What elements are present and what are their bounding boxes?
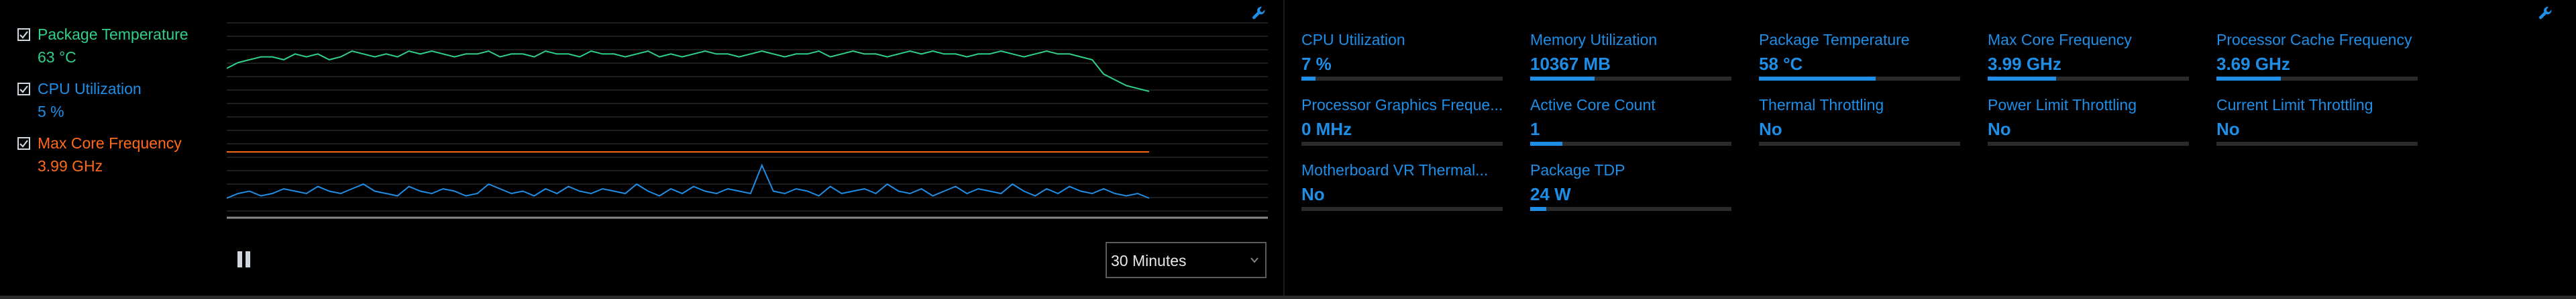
check-icon <box>19 140 28 148</box>
metric-tile: Memory Utilization 10367 MB <box>1530 31 1731 85</box>
metric-bar-track <box>1301 77 1503 81</box>
monitor-window: Package Temperature 63 °C CPU Utilizatio… <box>0 0 2576 299</box>
metric-bar-fill <box>1530 207 1546 211</box>
metric-bar-track <box>1530 77 1731 81</box>
check-icon <box>19 85 28 93</box>
wrench-icon[interactable] <box>1250 4 1269 23</box>
metric-tile: Package Temperature 58 °C <box>1759 31 1960 85</box>
metric-tile: Current Limit Throttling No <box>2216 96 2418 150</box>
metric-tile: Package TDP 24 W <box>1530 161 1731 215</box>
duration-select-value: 30 Minutes <box>1111 252 1187 269</box>
metric-label: CPU Utilization <box>1301 31 1405 48</box>
metric-value: 1 <box>1530 119 1540 139</box>
pause-icon-bar <box>246 251 250 267</box>
chart-grid <box>227 22 1268 212</box>
metric-bar-track <box>2216 142 2418 146</box>
bottom-border <box>0 296 2576 299</box>
metric-tile: Thermal Throttling No <box>1759 96 1960 150</box>
metric-value: 24 W <box>1530 184 1571 204</box>
legend-value: 5 % <box>38 103 64 120</box>
metric-label: Processor Graphics Freque... <box>1301 96 1503 114</box>
legend-checkbox-max-core-frequency[interactable] <box>17 137 30 150</box>
metric-bar-track <box>1301 142 1503 146</box>
metric-label: Package TDP <box>1530 161 1625 179</box>
metric-bar-fill <box>1530 142 1562 146</box>
duration-select[interactable]: 30 Minutes <box>1106 242 1267 278</box>
metric-bar-fill <box>1530 77 1595 81</box>
metric-bar-fill <box>2216 77 2281 81</box>
pause-icon <box>237 251 242 267</box>
metric-label: Current Limit Throttling <box>2216 96 2373 114</box>
metric-value: No <box>2216 119 2240 139</box>
metric-bar-track <box>1988 77 2189 81</box>
legend-checkbox-cpu-utilization[interactable] <box>17 83 30 95</box>
metric-label: Max Core Frequency <box>1988 31 2132 48</box>
metric-bar-track <box>1530 142 1731 146</box>
metric-label: Power Limit Throttling <box>1988 96 2137 114</box>
metric-value: 0 MHz <box>1301 119 1352 139</box>
legend-label: Max Core Frequency <box>38 134 182 152</box>
legend-label: Package Temperature <box>38 26 189 43</box>
metric-label: Active Core Count <box>1530 96 1656 114</box>
metric-bar-track <box>2216 77 2418 81</box>
metric-value: No <box>1988 119 2011 139</box>
metric-label: Package Temperature <box>1759 31 1910 48</box>
metric-bar-fill <box>1988 77 2056 81</box>
metric-label: Motherboard VR Thermal... <box>1301 161 1489 179</box>
graph-panel: Package Temperature 63 °C CPU Utilizatio… <box>0 0 1281 299</box>
metric-tile: Motherboard VR Thermal... No <box>1301 161 1503 215</box>
wrench-icon[interactable] <box>2537 4 2556 23</box>
metric-bar-track <box>1988 142 2189 146</box>
chevron-down-icon <box>1250 257 1258 263</box>
metric-bar-track <box>1759 142 1960 146</box>
panel-divider <box>1283 0 1285 299</box>
check-icon <box>19 31 28 39</box>
metric-value: 3.99 GHz <box>1988 54 2061 74</box>
legend-value: 63 °C <box>38 48 76 66</box>
metric-tile: Power Limit Throttling No <box>1988 96 2189 150</box>
legend-checkbox-package-temperature[interactable] <box>17 28 30 41</box>
metric-tile: Active Core Count 1 <box>1530 96 1731 150</box>
metric-bar-fill <box>1301 77 1316 81</box>
metric-value: 10367 MB <box>1530 54 1611 74</box>
metric-tile: CPU Utilization 7 % <box>1301 31 1503 85</box>
legend-value: 3.99 GHz <box>38 157 103 175</box>
metric-value: 3.69 GHz <box>2216 54 2290 74</box>
pause-button[interactable] <box>236 250 254 269</box>
legend-label: CPU Utilization <box>38 80 142 97</box>
metric-value: 7 % <box>1301 54 1332 74</box>
metric-bar-track <box>1301 207 1503 211</box>
metric-label: Memory Utilization <box>1530 31 1658 48</box>
metrics-line-chart <box>227 22 1268 219</box>
metric-label: Processor Cache Frequency <box>2216 31 2412 48</box>
metric-bar-fill <box>1759 77 1876 81</box>
metric-tile: Processor Graphics Freque... 0 MHz <box>1301 96 1503 150</box>
series-line-package-temperature <box>227 50 1150 92</box>
metric-bar-track <box>1759 77 1960 81</box>
metric-value: 58 °C <box>1759 54 1803 74</box>
metric-value: No <box>1301 184 1325 204</box>
metric-tile: Max Core Frequency 3.99 GHz <box>1988 31 2189 85</box>
metric-tile: Processor Cache Frequency 3.69 GHz <box>2216 31 2418 85</box>
metric-value: No <box>1759 119 1782 139</box>
metric-label: Thermal Throttling <box>1759 96 1884 114</box>
metric-bar-track <box>1530 207 1731 211</box>
